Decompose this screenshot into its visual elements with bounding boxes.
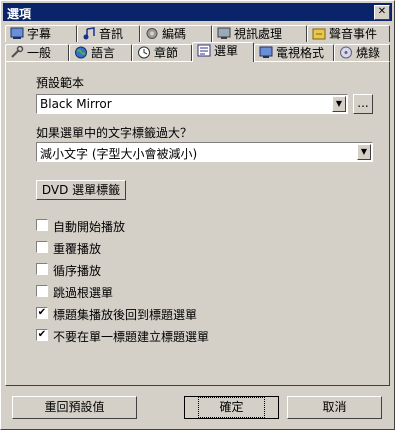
tab-sound-events[interactable]: 聲音事件 bbox=[307, 25, 390, 42]
checkbox-label: 跳過根選單 bbox=[53, 286, 114, 300]
general-icon bbox=[10, 45, 24, 59]
ok-label: 確定 bbox=[198, 397, 265, 418]
checkbox-label: 不要在單一標題建立標題選單 bbox=[53, 330, 210, 344]
tab-burn[interactable]: 燒錄 bbox=[334, 44, 390, 61]
burn-icon bbox=[339, 46, 353, 59]
tab-chapters[interactable]: 章節 bbox=[132, 44, 192, 61]
tv-format-icon bbox=[259, 46, 273, 59]
menu-settings-panel: 預設範本 Black Mirror ▼ ... 如果選單中的文字標籤過大？ 減小… bbox=[5, 61, 390, 386]
sound-events-icon bbox=[312, 27, 326, 40]
window-title: 選項 bbox=[7, 7, 32, 21]
checkbox-box[interactable] bbox=[36, 241, 48, 253]
tab-menu[interactable]: 選單 bbox=[192, 42, 254, 62]
close-button[interactable]: ✕ bbox=[374, 5, 390, 20]
tab-video-processing[interactable]: 視訊處理 bbox=[212, 25, 307, 42]
reset-defaults-button[interactable]: 重回預設值 bbox=[12, 396, 137, 419]
preset-value: Black Mirror bbox=[40, 97, 112, 111]
audio-icon bbox=[82, 27, 96, 40]
options-dialog: 選項 ✕ 字幕 音訊 編碼 視訊處理 聲音事件 一般 語言 章節 選單 電視格式… bbox=[0, 0, 395, 430]
checkbox-box[interactable]: ✔ bbox=[36, 307, 48, 319]
overflow-value: 減小文字 (字型大小會被減小) bbox=[40, 147, 198, 161]
checkbox-label: 重覆播放 bbox=[53, 242, 102, 256]
chevron-down-icon[interactable]: ▼ bbox=[357, 144, 371, 160]
overflow-label: 如果選單中的文字標籤過大？ bbox=[36, 126, 193, 140]
tab-tv-format[interactable]: 電視格式 bbox=[254, 44, 334, 61]
chevron-down-icon[interactable]: ▼ bbox=[332, 96, 346, 112]
checkbox-box[interactable] bbox=[36, 263, 48, 275]
dvd-menu-labels-button[interactable]: DVD 選單標籤 bbox=[36, 180, 126, 200]
title-bar: 選項 ✕ bbox=[3, 3, 392, 21]
checkbox-box[interactable] bbox=[36, 219, 48, 231]
menu-icon bbox=[197, 44, 211, 57]
browse-button[interactable]: ... bbox=[353, 94, 373, 114]
tab-audio[interactable]: 音訊 bbox=[77, 25, 140, 42]
preset-combobox[interactable]: Black Mirror ▼ bbox=[36, 94, 348, 114]
overflow-combobox[interactable]: 減小文字 (字型大小會被減小) ▼ bbox=[36, 142, 373, 162]
subtitles-icon bbox=[10, 27, 24, 40]
preset-label: 預設範本 bbox=[36, 76, 85, 90]
chapters-icon bbox=[137, 46, 151, 59]
tab-subtitles[interactable]: 字幕 bbox=[5, 25, 77, 42]
checkbox-label: 自動開始播放 bbox=[53, 220, 126, 234]
checkbox-box[interactable]: ✔ bbox=[36, 329, 48, 341]
video-processing-icon bbox=[217, 27, 231, 40]
encoding-icon bbox=[145, 27, 159, 40]
checkbox-label: 循序播放 bbox=[53, 264, 102, 278]
tab-encoding[interactable]: 編碼 bbox=[140, 25, 212, 42]
cancel-button[interactable]: 取消 bbox=[287, 396, 382, 419]
tab-general[interactable]: 一般 bbox=[5, 44, 69, 61]
tab-language[interactable]: 語言 bbox=[69, 44, 132, 61]
checkbox-box[interactable] bbox=[36, 285, 48, 297]
language-icon bbox=[74, 46, 88, 59]
ok-button[interactable]: 確定 bbox=[184, 396, 279, 419]
checkbox-label: 標題集播放後回到標題選單 bbox=[53, 308, 198, 322]
